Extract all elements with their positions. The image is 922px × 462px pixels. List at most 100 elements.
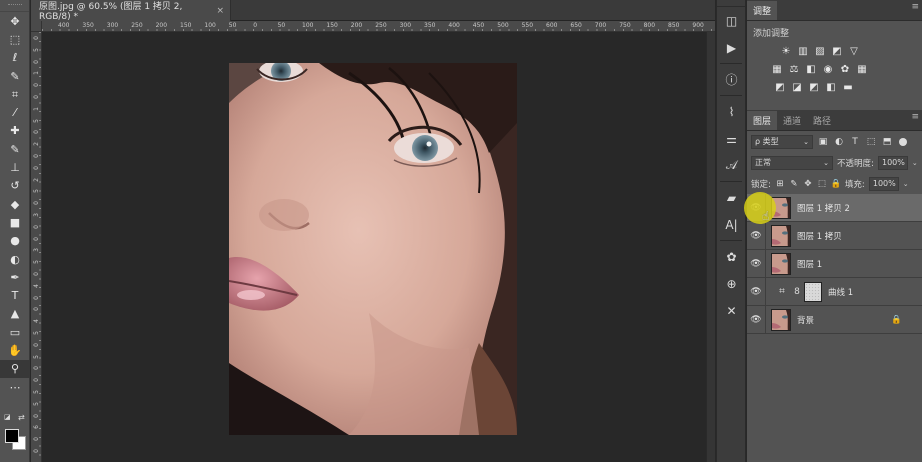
ruler-origin[interactable] xyxy=(31,21,42,32)
vertical-scrollbar[interactable] xyxy=(706,32,715,462)
move-tool-icon[interactable]: ✥ xyxy=(0,12,30,30)
adjustment-row2-0-icon[interactable]: ▦ xyxy=(770,62,784,76)
foreground-color-swatch[interactable] xyxy=(5,429,19,443)
dock-grip[interactable] xyxy=(717,0,745,7)
pixel-filter-icon[interactable]: ▣ xyxy=(817,136,829,148)
adjustment-row3-3-icon[interactable]: ◧ xyxy=(824,80,838,94)
adjustment-row2-2-icon[interactable]: ◧ xyxy=(804,62,818,76)
more-tools-icon[interactable]: ⋯ xyxy=(0,378,30,396)
layer-row[interactable]: 👁 背景 🔒 xyxy=(747,305,922,334)
tab-paths[interactable]: 路径 xyxy=(807,111,837,130)
layer-name[interactable]: 图层 1 拷贝 xyxy=(797,230,842,242)
layer-filter-select[interactable]: ρ 类型 ⌄ xyxy=(751,134,813,149)
layer-row[interactable]: 👁 ⌗ 8 曲线 1 xyxy=(747,277,922,306)
zoom-tool-icon[interactable]: ⚲ xyxy=(0,359,30,378)
adjustment-row3-2-icon[interactable]: ◩ xyxy=(807,80,821,94)
close-document-icon[interactable]: × xyxy=(216,6,224,16)
pen-tool-icon[interactable]: ✒ xyxy=(0,268,30,286)
hand-tool-icon[interactable]: ✋ xyxy=(0,341,30,359)
visibility-eye-icon[interactable]: 👁 xyxy=(747,259,765,269)
history-icon[interactable]: ◫ xyxy=(717,7,746,34)
visibility-eye-icon[interactable]: 👁 xyxy=(747,315,765,325)
adjustment-filter-icon[interactable]: ◐ xyxy=(833,136,845,148)
character-icon[interactable]: 𝒜 xyxy=(717,152,746,179)
quick-select-tool-icon[interactable]: ✎ xyxy=(0,67,30,85)
adjustments-menu-icon[interactable]: ≡ xyxy=(911,3,918,12)
clone-stamp-tool-icon[interactable]: ⊥ xyxy=(0,158,30,176)
adjustment-row2-3-icon[interactable]: ◉ xyxy=(821,62,835,76)
toolbar-grip[interactable] xyxy=(0,0,29,12)
lasso-tool-icon[interactable]: ℓ xyxy=(0,49,30,67)
sliders-icon[interactable]: ⚌ xyxy=(717,125,746,152)
smart-object-filter-icon[interactable]: ⬒ xyxy=(881,136,893,148)
visibility-eye-icon[interactable]: 👁 xyxy=(747,231,765,241)
info-icon[interactable]: ⓘ xyxy=(717,66,746,93)
styles-icon[interactable]: ✿ xyxy=(717,243,746,270)
fill-input[interactable]: 100% xyxy=(868,176,899,191)
adjustment-row2-5-icon[interactable]: ▦ xyxy=(855,62,869,76)
lock-artboard-icon[interactable]: ⬚ xyxy=(817,178,827,190)
layer-mask-thumbnail[interactable] xyxy=(804,281,822,302)
adjustment-row1-1-icon[interactable]: ▥ xyxy=(796,44,810,58)
adjustment-row2-1-icon[interactable]: ⚖ xyxy=(787,62,801,76)
marquee-tool-icon[interactable]: ⬚ xyxy=(0,30,30,48)
adjustment-row1-3-icon[interactable]: ◩ xyxy=(830,44,844,58)
paragraph-icon[interactable]: A| xyxy=(717,211,746,238)
lock-position-icon[interactable]: ✥ xyxy=(803,178,813,190)
tab-adjustments[interactable]: 调整 xyxy=(747,1,778,20)
layers-menu-icon[interactable]: ≡ xyxy=(911,113,918,122)
layer-name[interactable]: 图层 1 拷贝 2 xyxy=(797,202,850,214)
lock-image-icon[interactable]: ✎ xyxy=(789,178,799,190)
path-select-tool-icon[interactable]: ▲ xyxy=(0,305,30,323)
folder-icon[interactable]: ▰ xyxy=(717,184,746,211)
adjustment-row3-0-icon[interactable]: ◩ xyxy=(773,80,787,94)
eraser-tool-icon[interactable]: ◆ xyxy=(0,195,30,213)
crop-tool-icon[interactable]: ⌗ xyxy=(0,85,30,103)
gradient-tool-icon[interactable]: ■ xyxy=(0,213,30,231)
adjustment-row1-0-icon[interactable]: ☀ xyxy=(779,44,793,58)
layer-name[interactable]: 图层 1 xyxy=(797,258,822,270)
mask-link-icon[interactable]: 8 xyxy=(793,287,801,297)
type-tool-icon[interactable]: T xyxy=(0,286,30,304)
vertical-ruler[interactable]: 0 5 0 1 0 0 1 5 0 2 0 0 2 5 0 3 0 0 3 5 0 4 0 0 4 5 0 5 0 0 5 5 0 6 0 0 xyxy=(31,32,42,462)
blend-mode-select[interactable]: 正常 ⌄ xyxy=(751,155,833,170)
fill-dropdown-icon[interactable]: ⌄ xyxy=(903,180,909,188)
shape-filter-icon[interactable]: ⬚ xyxy=(865,136,877,148)
blur-tool-icon[interactable]: ● xyxy=(0,232,30,250)
adjustment-row2-4-icon[interactable]: ✿ xyxy=(838,62,852,76)
lock-all-icon[interactable]: 🔒 xyxy=(831,178,842,190)
swap-colors-icon[interactable]: ⇄ xyxy=(18,413,25,422)
lock-transparent-icon[interactable]: ⊞ xyxy=(775,178,785,190)
tab-channels[interactable]: 通道 xyxy=(777,111,807,130)
brush-presets-icon[interactable]: ⌇ xyxy=(717,98,746,125)
document-tab[interactable]: 原图.jpg @ 60.5% (图层 1 拷贝 2, RGB/8) * × xyxy=(31,0,231,22)
ruler-tick-label: 300 xyxy=(399,22,412,29)
horizontal-ruler[interactable]: 400 350 300 250 200 150 100 50 0 50 100 150 200 250 30… xyxy=(42,21,715,32)
rectangle-tool-icon[interactable]: ▭ xyxy=(0,323,30,341)
type-filter-icon[interactable]: T xyxy=(849,136,861,148)
adjustment-row3-1-icon[interactable]: ◪ xyxy=(790,80,804,94)
adjustment-row3-4-icon[interactable]: ▬ xyxy=(841,80,855,94)
tab-layers[interactable]: 图层 xyxy=(747,111,778,130)
clone-source-icon[interactable]: ⊕ xyxy=(717,270,746,297)
eyedropper-tool-icon[interactable]: ⁄ xyxy=(0,103,30,121)
ruler-tick-label: 0 xyxy=(33,201,40,206)
healing-brush-tool-icon[interactable]: ✚ xyxy=(0,122,30,140)
tools-icon[interactable]: ✕ xyxy=(717,297,746,324)
adjustment-row1-2-icon[interactable]: ▨ xyxy=(813,44,827,58)
default-colors-icon[interactable]: ◪ xyxy=(4,413,11,421)
canvas-image[interactable] xyxy=(229,63,517,435)
adjustment-row1-4-icon[interactable]: ▽ xyxy=(847,44,861,58)
layer-row[interactable]: 👁 图层 1 xyxy=(747,249,922,278)
history-brush-tool-icon[interactable]: ↺ xyxy=(0,177,30,195)
layer-name[interactable]: 背景 xyxy=(797,314,814,326)
play-icon[interactable]: ▶ xyxy=(717,34,746,61)
layer-name[interactable]: 曲线 1 xyxy=(828,286,853,298)
layer-row[interactable]: 👁 图层 1 拷贝 xyxy=(747,221,922,250)
filter-toggle[interactable] xyxy=(899,137,907,146)
opacity-dropdown-icon[interactable]: ⌄ xyxy=(912,159,918,167)
brush-tool-icon[interactable]: ✎ xyxy=(0,140,30,158)
visibility-eye-icon[interactable]: 👁 xyxy=(747,287,765,297)
dodge-tool-icon[interactable]: ◐ xyxy=(0,250,30,268)
opacity-input[interactable]: 100% xyxy=(877,155,908,170)
